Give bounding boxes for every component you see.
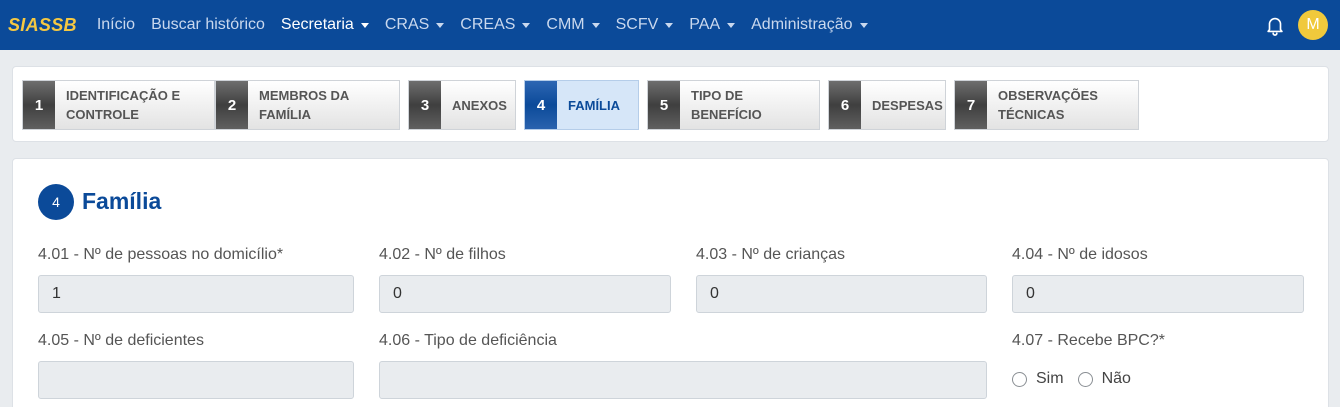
brand-logo[interactable]: SIASSB: [8, 15, 77, 36]
section-title: Família: [82, 188, 162, 214]
step-number: 7: [955, 81, 987, 129]
step-membros[interactable]: 2 MEMBROS DA FAMÍLIA: [215, 80, 400, 130]
step-tipo-beneficio[interactable]: 5 TIPO DE BENEFÍCIO: [647, 80, 820, 130]
radio-label-sim: Sim: [1036, 370, 1064, 387]
avatar[interactable]: M: [1298, 10, 1328, 40]
chevron-down-icon: [727, 23, 736, 28]
pessoas-domicilio-input[interactable]: 1: [38, 275, 354, 313]
form-card: 4 Família 4.01 - Nº de pessoas no domicí…: [12, 158, 1329, 407]
step-observacoes[interactable]: 7 OBSERVAÇÕES TÉCNICAS: [954, 80, 1139, 130]
step-label: DESPESAS: [872, 97, 943, 113]
chevron-down-icon: [436, 23, 445, 28]
step-familia[interactable]: 4 FAMÍLIA: [524, 80, 639, 130]
idosos-input[interactable]: 0: [1012, 275, 1304, 313]
bpc-option-nao[interactable]: Não: [1077, 370, 1131, 388]
nav-item-creas[interactable]: CREAS: [452, 16, 538, 34]
nav-item-inicio[interactable]: Início: [89, 16, 143, 34]
field-label-tipo-deficiencia: 4.06 - Tipo de deficiência: [379, 332, 557, 349]
chevron-down-icon: [859, 23, 868, 28]
step-label: MEMBROS DA FAMÍLIA: [259, 88, 349, 122]
field-label-criancas: 4.03 - Nº de crianças: [696, 246, 846, 263]
field-label-bpc: 4.07 - Recebe BPC?*: [1012, 332, 1165, 349]
nav-item-scfv[interactable]: SCFV: [608, 16, 682, 34]
step-label: ANEXOS: [452, 97, 507, 113]
field-label-deficientes: 4.05 - Nº de deficientes: [38, 332, 204, 349]
step-label: TIPO DE BENEFÍCIO: [691, 88, 762, 122]
step-number: 2: [216, 81, 248, 129]
deficientes-input[interactable]: [38, 361, 354, 399]
step-number: 5: [648, 81, 680, 129]
chevron-down-icon: [591, 23, 600, 28]
field-label-pessoas: 4.01 - Nº de pessoas no domicílio*: [38, 246, 284, 263]
nav-item-buscar-historico[interactable]: Buscar histórico: [143, 16, 273, 34]
navbar-right: M: [1264, 0, 1328, 50]
criancas-input[interactable]: 0: [696, 275, 987, 313]
radio-sim[interactable]: [1012, 371, 1027, 387]
step-anexos[interactable]: 3 ANEXOS: [408, 80, 516, 130]
step-label: FAMÍLIA: [568, 97, 620, 113]
bpc-option-sim[interactable]: Sim: [1012, 370, 1064, 388]
main-nav: Início Buscar histórico Secretaria CRAS …: [89, 16, 876, 34]
field-label-filhos: 4.02 - Nº de filhos: [379, 246, 506, 263]
field-label-idosos: 4.04 - Nº de idosos: [1012, 246, 1148, 263]
nav-item-cras[interactable]: CRAS: [377, 16, 452, 34]
step-number: 6: [829, 81, 861, 129]
step-despesas[interactable]: 6 DESPESAS: [828, 80, 946, 130]
bell-icon[interactable]: [1264, 14, 1286, 36]
filhos-input[interactable]: 0: [379, 275, 671, 313]
chevron-down-icon: [665, 23, 674, 28]
step-label: OBSERVAÇÕES TÉCNICAS: [998, 88, 1098, 122]
step-label: IDENTIFICAÇÃO E CONTROLE: [66, 88, 181, 122]
step-number: 4: [525, 81, 557, 129]
step-identificacao[interactable]: 1 IDENTIFICAÇÃO E CONTROLE: [22, 80, 215, 130]
chevron-down-icon: [360, 23, 369, 28]
chevron-down-icon: [522, 23, 531, 28]
radio-nao[interactable]: [1077, 371, 1093, 387]
nav-item-secretaria[interactable]: Secretaria: [273, 16, 377, 34]
top-navbar: SIASSB Início Buscar histórico Secretari…: [0, 0, 1340, 50]
nav-item-administracao[interactable]: Administração: [743, 16, 875, 34]
tipo-deficiencia-input[interactable]: [379, 361, 987, 399]
nav-item-paa[interactable]: PAA: [681, 16, 743, 34]
radio-label-nao: Não: [1101, 370, 1131, 387]
step-number: 1: [23, 81, 55, 129]
nav-item-cmm[interactable]: CMM: [538, 16, 607, 34]
section-number-badge: 4: [38, 184, 74, 220]
wizard-steps: 1 IDENTIFICAÇÃO E CONTROLE 2 MEMBROS DA …: [12, 66, 1329, 142]
bpc-radio-group: Sim Não: [1012, 370, 1145, 388]
step-number: 3: [409, 81, 441, 129]
